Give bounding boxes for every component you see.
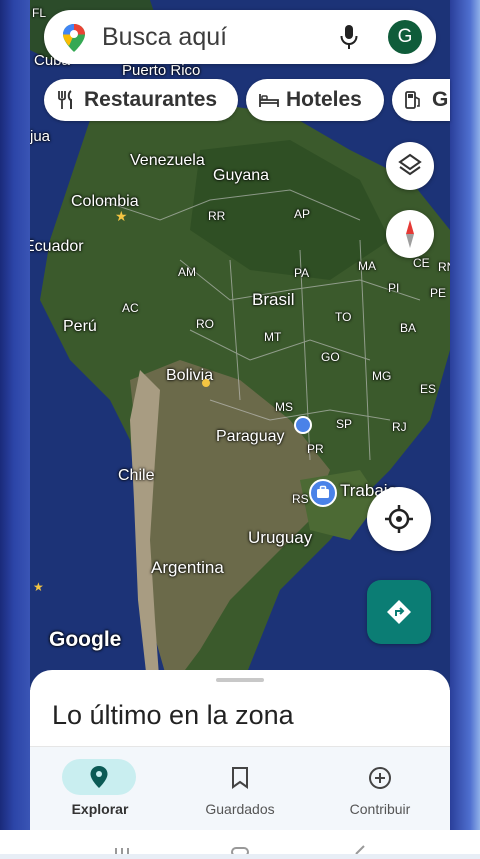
map-label-chile: Chile	[118, 467, 155, 484]
map-label-rr: RR	[208, 209, 226, 223]
microphone-icon[interactable]	[340, 24, 358, 50]
map-label-argentina: Argentina	[151, 558, 224, 577]
map-label-fl: FL	[32, 6, 47, 20]
map-label-pa: PA	[294, 266, 310, 280]
chip-label: Restaurantes	[84, 88, 218, 111]
avatar[interactable]: G	[388, 20, 422, 54]
chip-restaurantes[interactable]: Restaurantes	[44, 79, 238, 121]
nav-label: Guardados	[205, 801, 275, 817]
map-label-mg: MG	[372, 369, 392, 383]
map-label-jua: jua	[30, 128, 51, 145]
nav-contribuir[interactable]: Contribuir	[310, 747, 450, 831]
system-nav-icons	[115, 845, 365, 857]
map-label-peru: Perú	[63, 318, 97, 335]
search-bar[interactable]: Busca aquí G	[44, 10, 436, 64]
map-label-rn: RN	[438, 260, 450, 274]
compass-button[interactable]	[386, 210, 434, 258]
layers-button[interactable]	[386, 142, 434, 190]
map-label-venezuela: Venezuela	[130, 152, 205, 169]
bed-icon	[259, 94, 279, 107]
work-briefcase-icon[interactable]	[309, 479, 337, 507]
my-location-button[interactable]	[367, 487, 431, 551]
sheet-drag-handle[interactable]	[216, 678, 264, 682]
map-label-mt: MT	[264, 330, 282, 344]
layers-icon	[398, 153, 422, 176]
map-label-rj: RJ	[392, 420, 407, 434]
map-label-es: ES	[420, 382, 437, 396]
map-label-colombia: Colombia	[71, 193, 139, 210]
map-label-ap: AP	[294, 207, 311, 221]
map-label-ma: MA	[358, 259, 376, 273]
map-label-sp: SP	[336, 417, 353, 431]
bookmark-icon	[232, 767, 248, 789]
directions-button[interactable]	[367, 580, 431, 644]
chip-gasolina[interactable]: G	[392, 79, 450, 121]
explore-pin-icon	[90, 766, 108, 788]
map-label-ro: RO	[196, 317, 214, 331]
map-label-guyana: Guyana	[213, 167, 270, 184]
map-label-ecuador: Ecuador	[30, 238, 84, 255]
map-label-to: TO	[335, 310, 352, 324]
nav-label: Explorar	[71, 801, 129, 817]
map-label-puerto-rico: Puerto Rico	[122, 62, 201, 79]
chip-label: G	[432, 88, 449, 111]
system-navigation-bar	[0, 830, 480, 857]
nav-label: Contribuir	[349, 801, 411, 817]
nav-guardados[interactable]: Guardados	[170, 747, 310, 831]
map-label-ms: MS	[275, 400, 293, 414]
map-label-pr: PR	[307, 442, 324, 456]
map-label-ce: CE	[413, 256, 430, 270]
chip-hoteles[interactable]: Hoteles	[246, 79, 384, 121]
map-label-ba: BA	[400, 321, 417, 335]
capital-dot-icon	[202, 379, 210, 387]
nav-explorar[interactable]: Explorar	[30, 747, 170, 831]
map-label-paraguay: Paraguay	[216, 428, 285, 445]
capital-star-icon: ★	[115, 208, 128, 224]
current-location-dot-icon	[294, 416, 312, 434]
google-logo: Google	[49, 628, 122, 651]
map-label-go: GO	[321, 350, 340, 364]
search-input[interactable]: Busca aquí	[102, 23, 227, 52]
map-label-pe: PE	[430, 286, 447, 300]
compass-icon	[406, 220, 414, 248]
map-label-uruguay: Uruguay	[248, 528, 313, 547]
directions-icon	[387, 600, 411, 624]
gas-pump-icon	[405, 91, 420, 109]
crosshair-icon	[385, 505, 413, 533]
map-label-brasil: Brasil	[252, 290, 295, 309]
map-label-pi: PI	[388, 281, 400, 295]
map-label-am: AM	[178, 265, 196, 279]
sheet-title: Lo último en la zona	[52, 700, 294, 730]
fork-knife-icon	[58, 90, 72, 109]
map-label-ac: AC	[122, 301, 139, 315]
chip-label: Hoteles	[286, 88, 362, 111]
bottom-navigation: Explorar Guardados Contribuir	[30, 746, 450, 831]
google-maps-pin-icon	[63, 24, 85, 52]
capital-star-icon: ★	[33, 580, 44, 594]
map-label-rs: RS	[292, 492, 309, 506]
add-circle-icon	[369, 767, 391, 789]
